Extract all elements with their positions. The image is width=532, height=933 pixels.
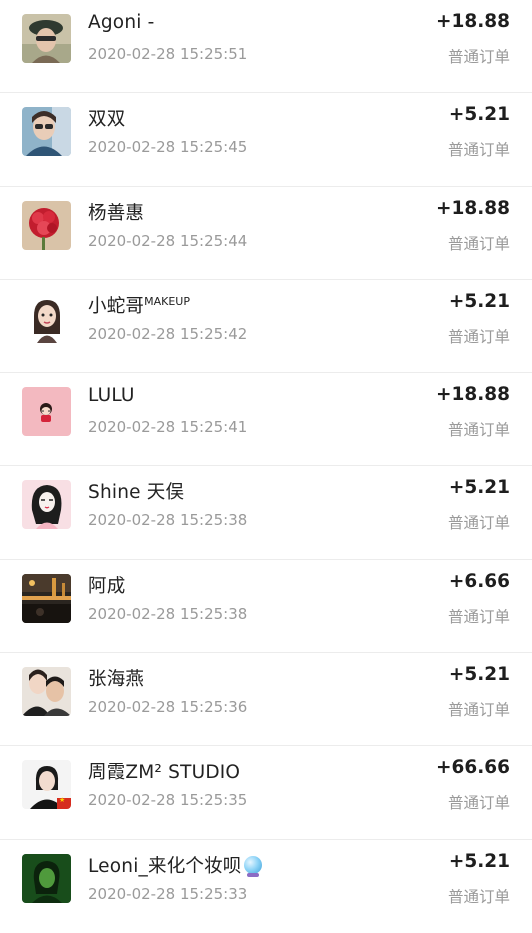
list-item[interactable]: 周霞ZM² STUDIO 2020-02-28 15:25:35 +66.66 … [0,746,532,840]
order-type: 普通订单 [447,794,510,813]
order-amount: +5.21 [448,477,510,499]
order-time: 2020-02-28 15:25:33 [88,884,248,903]
order-time: 2020-02-28 15:25:44 [88,231,248,250]
order-time: 2020-02-28 15:25:51 [88,45,248,63]
customer-name: 小蛇哥MAKEUP [88,294,190,317]
avatar[interactable] [22,200,71,250]
list-item[interactable]: 小蛇哥MAKEUP 2020-02-28 15:25:42 +5.21 普通订单 [0,280,532,374]
avatar[interactable] [22,107,71,157]
avatar[interactable] [22,480,71,530]
order-type: 普通订单 [447,701,510,720]
customer-name: Shine 天俣 [88,482,185,504]
order-amount: +66.66 [435,757,510,779]
avatar[interactable] [22,293,71,343]
order-type: 普通订单 [447,48,510,66]
name-superscript: MAKEUP [144,294,190,308]
order-amount: +18.88 [435,11,510,32]
order-type: 普通订单 [447,887,510,906]
order-type: 普通订单 [447,421,510,440]
list-item[interactable]: Shine 天俣 2020-02-28 15:25:38 +5.21 普通订单 [0,466,532,560]
order-amount: +18.88 [435,197,510,219]
order-time: 2020-02-28 15:25:41 [88,418,248,437]
avatar[interactable] [22,760,71,810]
list-item[interactable]: 阿成 2020-02-28 15:25:38 +6.66 普通订单 [0,560,532,654]
customer-name: 周霞ZM² STUDIO [88,762,241,784]
order-time: 2020-02-28 15:25:42 [88,324,248,343]
list-item[interactable]: Agoni - 2020-02-28 15:25:51 +18.88 普通订单 [0,0,532,94]
list-item[interactable]: Leoni_来化个妆呗 2020-02-28 15:25:33 +5.21 普通… [0,840,532,933]
order-amount: +5.21 [448,290,510,312]
list-item[interactable]: 杨善惠 2020-02-28 15:25:44 +18.88 普通订单 [0,187,532,280]
order-time: 2020-02-28 15:25:38 [88,511,248,530]
avatar[interactable] [22,14,71,63]
avatar[interactable] [22,387,71,437]
order-amount: +18.88 [435,384,510,406]
china-flag-icon [57,796,71,810]
customer-name: LULU [88,385,135,407]
order-time: 2020-02-28 15:25:45 [88,138,248,157]
order-time: 2020-02-28 15:25:38 [88,604,248,623]
order-type: 普通订单 [447,514,510,533]
order-type: 普通订单 [447,141,510,160]
avatar[interactable] [22,853,71,903]
order-amount: +5.21 [448,664,510,686]
crystal-ball-icon [243,855,262,877]
avatar[interactable] [22,573,71,623]
list-item[interactable]: 张海燕 2020-02-28 15:25:36 +5.21 普通订单 [0,653,532,747]
order-amount: +5.21 [448,850,510,872]
order-amount: +5.21 [448,104,510,126]
order-type: 普通订单 [447,327,510,346]
list-item[interactable]: 双双 2020-02-28 15:25:45 +5.21 普通订单 [0,93,532,187]
order-type: 普通订单 [447,234,510,253]
order-type: 普通订单 [447,607,510,626]
customer-name: 双双 [88,109,126,131]
customer-name: 杨善惠 [88,202,145,224]
avatar[interactable] [22,667,71,717]
customer-name: 阿成 [88,575,126,597]
order-amount: +6.66 [448,570,510,592]
order-time: 2020-02-28 15:25:36 [88,698,248,717]
customer-name: Leoni_来化个妆呗 [88,852,262,878]
order-list: Agoni - 2020-02-28 15:25:51 +18.88 普通订单 … [0,0,532,933]
customer-name: Agoni - [88,12,155,33]
customer-name: 张海燕 [88,669,145,691]
list-item[interactable]: LULU 2020-02-28 15:25:41 +18.88 普通订单 [0,373,532,467]
order-time: 2020-02-28 15:25:35 [88,791,248,810]
